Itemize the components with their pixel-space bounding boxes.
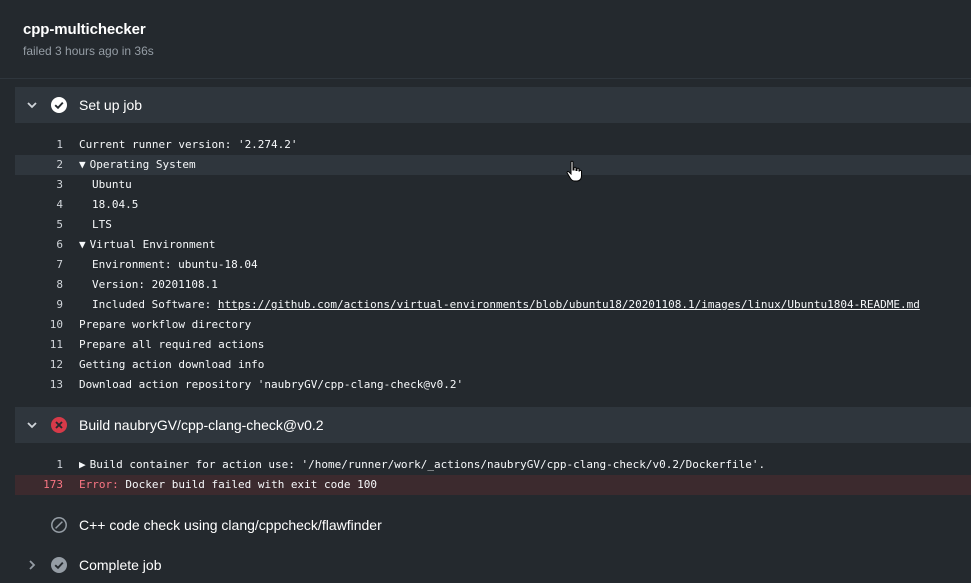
- x-circle-icon: [51, 417, 67, 433]
- job-title: cpp-multichecker: [23, 21, 146, 38]
- log-line: 1 Current runner version: '2.274.2': [56, 138, 298, 151]
- job-status: failed 3 hours ago in 36s: [23, 44, 154, 58]
- log-group-line[interactable]: 1 ▶ Build container for action use: '/home…: [15, 455, 971, 475]
- step-label: C++ code check using clang/cppcheck/flaw…: [79, 517, 382, 533]
- log-group-line[interactable]: 2 ▼ Operating System: [15, 155, 971, 175]
- triangle-down-icon[interactable]: ▼: [79, 235, 86, 255]
- log-error-line: 173 Error: Docker build failed with exit …: [15, 475, 971, 495]
- log-line: 5 LTS: [56, 218, 112, 231]
- included-software-link[interactable]: https://github.com/actions/virtual-envir…: [218, 298, 920, 311]
- check-circle-icon: [51, 97, 67, 113]
- log-build-action: 1 ▶ Build container for action use: '/home…: [15, 455, 971, 495]
- log-line: 4 18.04.5: [56, 198, 139, 211]
- step-set-up-job[interactable]: Set up job: [15, 87, 971, 123]
- hand-cursor-icon: [566, 160, 582, 182]
- chevron-right-icon[interactable]: [25, 558, 39, 572]
- log-line: 10 Prepare workflow directory: [49, 318, 252, 331]
- step-complete-job[interactable]: Complete job: [15, 547, 971, 583]
- step-label: Set up job: [79, 97, 143, 113]
- log-line: 9 Included Software: https://github.com/a…: [56, 298, 920, 311]
- chevron-down-icon[interactable]: [25, 418, 39, 432]
- chevron-down-icon[interactable]: [25, 98, 39, 112]
- skip-circle-icon: [51, 517, 67, 533]
- triangle-right-icon[interactable]: ▶: [79, 455, 86, 475]
- log-line: 7 Environment: ubuntu-18.04: [56, 258, 258, 271]
- step-build-action[interactable]: Build naubryGV/cpp-clang-check@v0.2: [15, 407, 971, 443]
- step-label: Complete job: [79, 557, 162, 573]
- log-line: 13 Download action repository 'naubryGV/c…: [49, 378, 464, 391]
- job-header: cpp-multichecker failed 3 hours ago in 3…: [0, 0, 971, 79]
- log-group-line[interactable]: 6 ▼ Virtual Environment: [15, 235, 971, 255]
- step-cpp-code-check[interactable]: C++ code check using clang/cppcheck/flaw…: [15, 507, 971, 543]
- triangle-down-icon[interactable]: ▼: [79, 155, 86, 175]
- log-line: 12 Getting action download info: [49, 358, 265, 371]
- log-set-up-job: 1 Current runner version: '2.274.2' 2 ▼ Ope…: [15, 135, 971, 395]
- log-line: 11 Prepare all required actions: [49, 338, 265, 351]
- check-circle-icon: [51, 557, 67, 573]
- step-label: Build naubryGV/cpp-clang-check@v0.2: [79, 417, 324, 433]
- log-line: 3 Ubuntu: [56, 178, 132, 191]
- error-keyword: Error:: [79, 478, 119, 491]
- log-line: 8 Version: 20201108.1: [56, 278, 218, 291]
